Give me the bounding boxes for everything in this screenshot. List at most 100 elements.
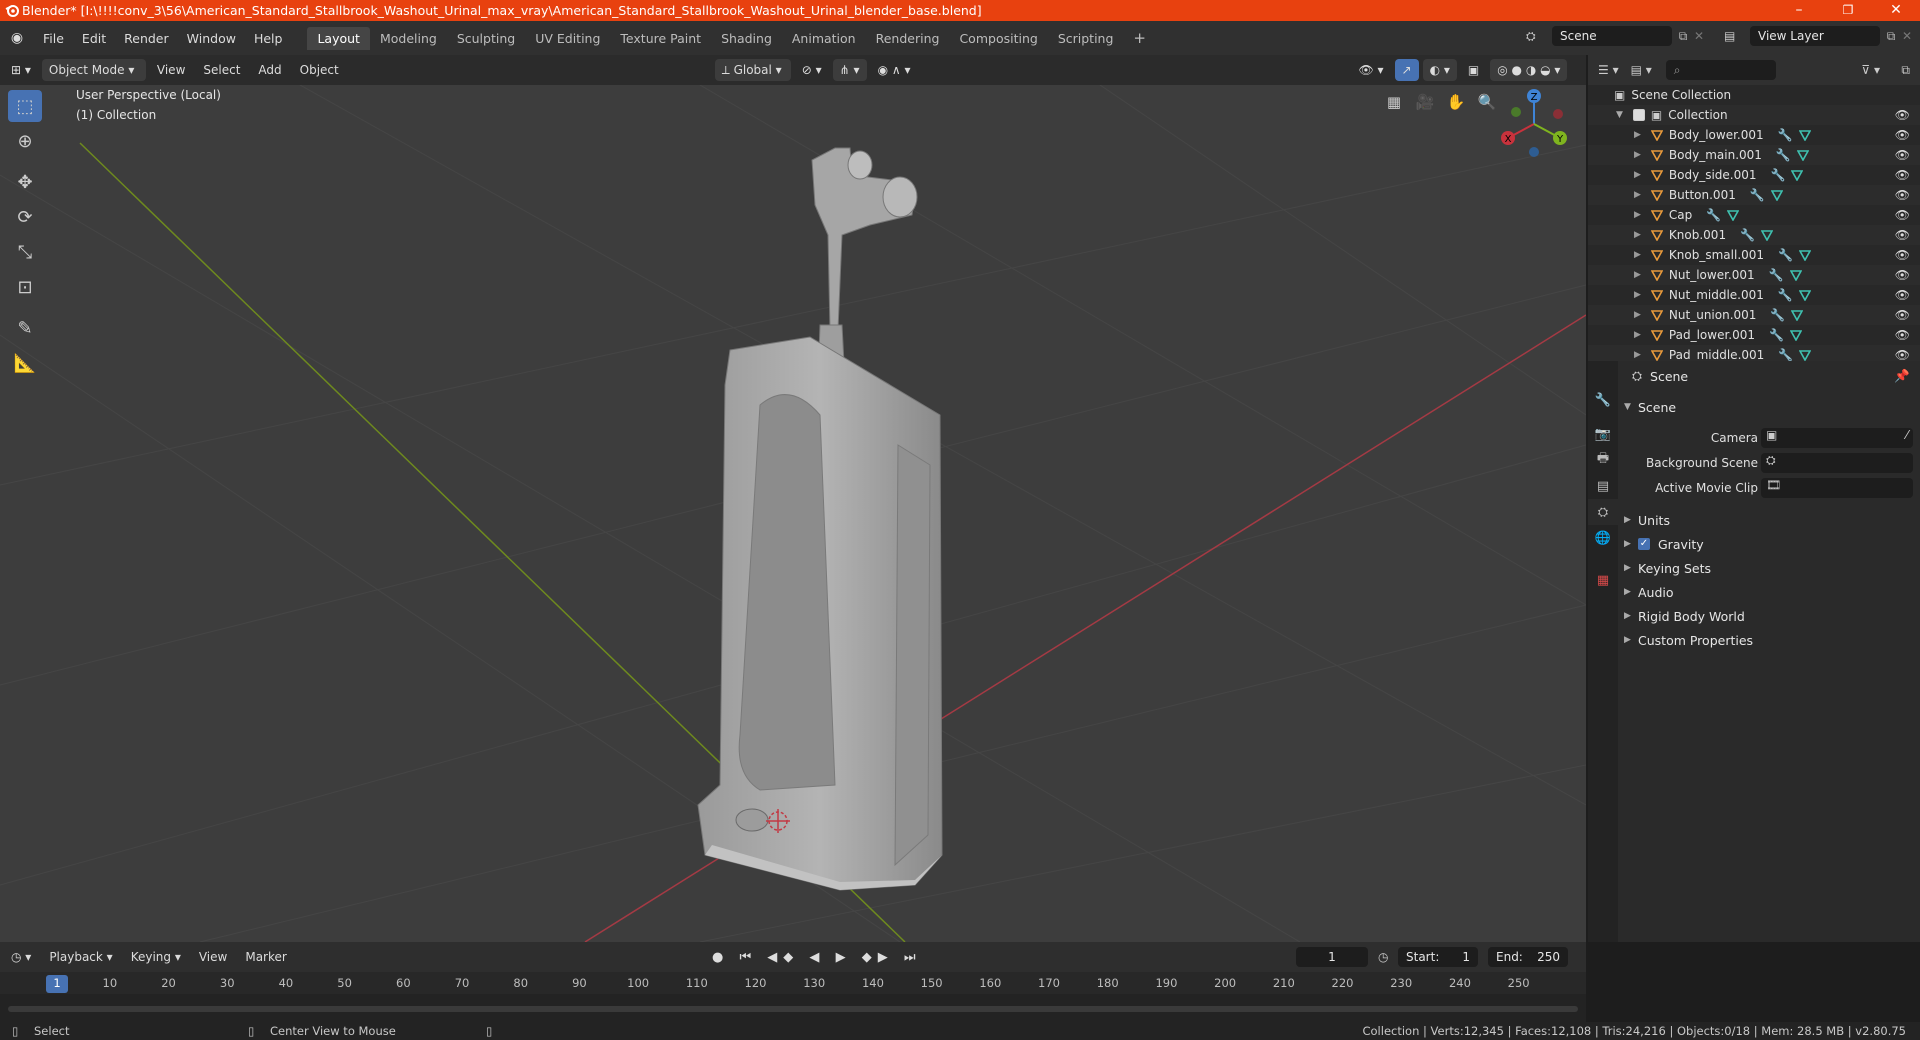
mesh-data-icon[interactable] (1796, 149, 1809, 161)
navigation-gizmo[interactable]: Z X Y (1498, 88, 1570, 160)
new-view-layer-icon[interactable]: ⧉ (1880, 29, 1902, 44)
gravity-section[interactable]: ▶ ✓ Gravity (1618, 532, 1920, 556)
mesh-data-icon[interactable] (1798, 129, 1811, 141)
mesh-data-icon[interactable] (1799, 249, 1811, 261)
scene-collection-row[interactable]: ▣ Scene Collection (1588, 85, 1920, 105)
mesh-data-icon[interactable] (1770, 189, 1783, 201)
modifier-wrench-icon[interactable]: 🔧 (1770, 308, 1785, 322)
menu-edit[interactable]: Edit (73, 31, 115, 46)
new-collection-icon[interactable]: ⧉ (1901, 63, 1910, 78)
menu-view[interactable]: View (150, 59, 192, 81)
tab-uv-editing[interactable]: UV Editing (525, 27, 610, 50)
scene-tab-icon[interactable]: ⛭ (1588, 499, 1618, 525)
visibility-eye-icon[interactable]: 👁 (1895, 168, 1910, 182)
eyedropper-icon[interactable]: ⁄ (1906, 428, 1908, 442)
expand-arrow-icon[interactable]: ▶ (1634, 210, 1641, 220)
outliner-item[interactable]: ▶ Button.001 🔧 👁 (1588, 185, 1920, 205)
background-scene-field[interactable]: ⛭ (1761, 452, 1913, 473)
overlay-toggle-icon[interactable]: ◐ ▾ (1422, 59, 1457, 81)
display-mode-icon[interactable]: ▤ ▾ (1631, 63, 1652, 77)
outliner-item[interactable]: ▶ Nut_middle.001 🔧 👁 (1588, 285, 1920, 305)
mesh-data-icon[interactable] (1727, 209, 1740, 221)
cursor-tool-icon[interactable]: ⊕ (8, 125, 42, 157)
modifier-wrench-icon[interactable]: 🔧 (1778, 288, 1793, 302)
keying-sets-section[interactable]: ▶ Keying Sets (1618, 556, 1920, 580)
select-box-tool-icon[interactable]: ⬚ (8, 90, 42, 122)
frame-ruler[interactable]: 1 10 20 30 40 50 60 70 80 90 100 110 120 130 140 150 160… (0, 972, 1586, 994)
tool-tab-icon[interactable]: 🔧 (1588, 387, 1618, 413)
tab-shading[interactable]: Shading (711, 27, 782, 50)
xray-icon[interactable]: ▣ (1461, 59, 1486, 81)
modifier-wrench-icon[interactable]: 🔧 (1769, 268, 1784, 282)
outliner-item[interactable]: ▶ Knob_small.001 🔧 👁 (1588, 245, 1920, 265)
expand-arrow-icon[interactable]: ▶ (1634, 250, 1641, 260)
tab-compositing[interactable]: Compositing (949, 27, 1047, 50)
menu-help[interactable]: Help (245, 31, 292, 46)
modifier-wrench-icon[interactable]: 🔧 (1771, 168, 1786, 182)
rigid-body-world-section[interactable]: ▶ Rigid Body World (1618, 604, 1920, 628)
visibility-eye-icon[interactable]: 👁 (1895, 108, 1910, 122)
view-layer-tab-icon[interactable]: ▤ (1588, 473, 1618, 499)
visibility-eye-icon[interactable]: 👁 (1895, 288, 1910, 302)
scene-panel-header[interactable]: ▼ Scene (1618, 395, 1920, 419)
visibility-eye-icon[interactable]: 👁 (1895, 328, 1910, 342)
tab-texture-paint[interactable]: Texture Paint (610, 27, 711, 50)
modifier-wrench-icon[interactable]: 🔧 (1776, 148, 1791, 162)
modifier-wrench-icon[interactable]: 🔧 (1778, 128, 1793, 142)
visibility-eye-icon[interactable]: 👁 (1895, 348, 1910, 361)
expand-arrow-icon[interactable]: ▶ (1634, 190, 1641, 200)
tab-modeling[interactable]: Modeling (370, 27, 447, 50)
outliner-item[interactable]: ▶ Cap 🔧 👁 (1588, 205, 1920, 225)
start-frame-field[interactable]: Start: 1 (1398, 947, 1478, 967)
current-frame-field[interactable]: 1 (1296, 947, 1368, 967)
scene-selector[interactable]: ⛭ Scene ⧉ ✕ (1526, 25, 1712, 47)
visibility-eye-icon[interactable]: 👁 (1895, 248, 1910, 262)
visibility-eye-icon[interactable]: 👁 (1895, 148, 1910, 162)
expand-arrow-icon[interactable]: ▶ (1634, 170, 1641, 180)
menu-select[interactable]: Select (196, 59, 247, 81)
outliner-item[interactable]: ▶ Nut_lower.001 🔧 👁 (1588, 265, 1920, 285)
tab-animation[interactable]: Animation (782, 27, 866, 50)
active-movie-clip-field[interactable]: 🎞 (1761, 477, 1913, 498)
modifier-wrench-icon[interactable]: 🔧 (1778, 348, 1793, 361)
gravity-checkbox[interactable]: ✓ (1638, 538, 1650, 550)
custom-properties-section[interactable]: ▶ Custom Properties (1618, 628, 1920, 652)
camera-field[interactable]: ▣ ⁄ (1761, 427, 1913, 448)
menu-keying[interactable]: Keying ▾ (124, 946, 188, 968)
modifier-wrench-icon[interactable]: 🔧 (1750, 188, 1765, 202)
modifier-wrench-icon[interactable]: 🔧 (1769, 328, 1784, 342)
shading-modes[interactable]: ◎ ● ◑ ◒ ▾ (1490, 59, 1568, 81)
pan-hand-icon[interactable]: ✋ (1442, 88, 1470, 116)
menu-render[interactable]: Render (115, 31, 178, 46)
outliner-item[interactable]: ▶ Nut_union.001 🔧 👁 (1588, 305, 1920, 325)
menu-file[interactable]: File (34, 31, 73, 46)
world-tab-icon[interactable]: 🌐 (1588, 525, 1618, 551)
snap-icon[interactable]: ⋔ ▾ (832, 59, 867, 81)
expand-arrow-icon[interactable]: ▶ (1634, 270, 1641, 280)
zoom-icon[interactable]: 🔍 (1473, 88, 1501, 116)
menu-window[interactable]: Window (178, 31, 245, 46)
menu-add[interactable]: Add (251, 59, 288, 81)
annotate-tool-icon[interactable]: ✎ (8, 312, 42, 344)
output-tab-icon[interactable]: 🖶 (1588, 447, 1618, 473)
tab-layout[interactable]: Layout (307, 26, 370, 50)
expand-arrow-icon[interactable]: ▶ (1634, 330, 1641, 340)
expand-arrow-icon[interactable]: ▶ (1634, 350, 1641, 360)
render-tab-icon[interactable]: 📷 (1588, 421, 1618, 447)
move-tool-icon[interactable]: ✥ (8, 166, 42, 198)
measure-tool-icon[interactable]: 📐 (8, 347, 42, 379)
mode-dropdown[interactable]: Object Mode ▾ (41, 59, 146, 81)
collection-row[interactable]: ▼ ▣ Collection 👁 (1588, 105, 1920, 125)
texture-tab-icon[interactable]: ▦ (1588, 567, 1618, 593)
visibility-icon[interactable]: 👁 ▾ (1351, 59, 1390, 81)
close-button[interactable]: ✕ (1874, 0, 1918, 21)
filter-icon[interactable]: ⊽ ▾ (1861, 63, 1880, 77)
mesh-data-icon[interactable] (1791, 309, 1804, 321)
clock-icon[interactable]: ◷ (1378, 950, 1388, 964)
view-layer-field[interactable]: View Layer (1750, 26, 1880, 46)
tab-sculpting[interactable]: Sculpting (447, 27, 525, 50)
visibility-eye-icon[interactable]: 👁 (1895, 208, 1910, 222)
modifier-wrench-icon[interactable]: 🔧 (1740, 228, 1755, 242)
timeline-scrollbar[interactable] (8, 1006, 1578, 1012)
outliner-search-input[interactable]: ⌕ (1665, 60, 1776, 80)
